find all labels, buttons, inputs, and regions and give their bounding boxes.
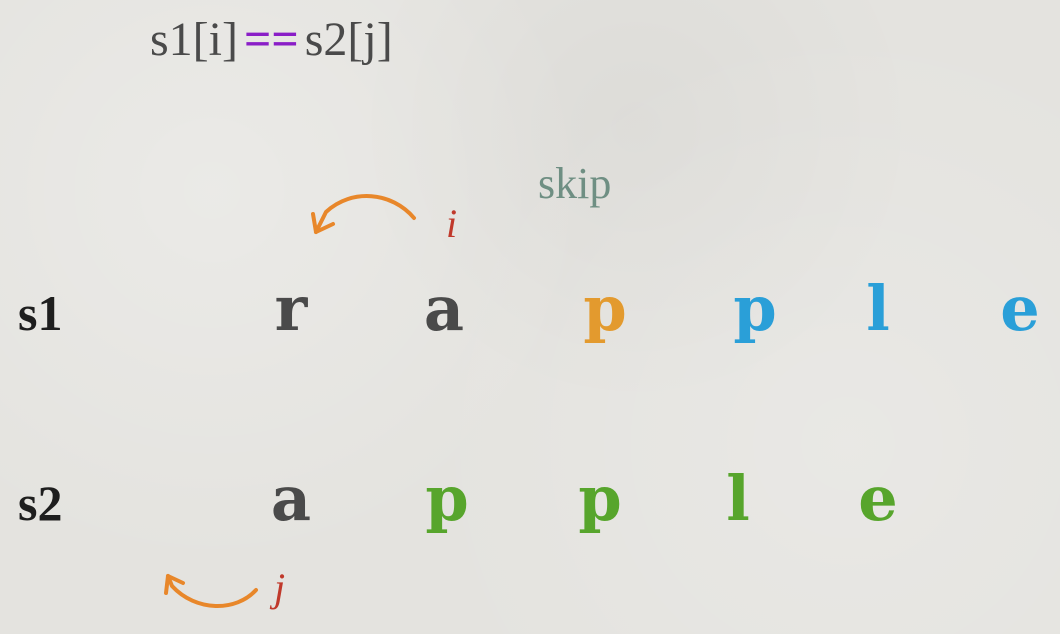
pointer-arrows [164,194,416,608]
curved-arrow-left-icon [164,574,258,608]
pointer-j-label: j [274,565,286,610]
pointer-i-label: i [446,201,458,246]
curved-arrow-left-icon [311,194,416,234]
